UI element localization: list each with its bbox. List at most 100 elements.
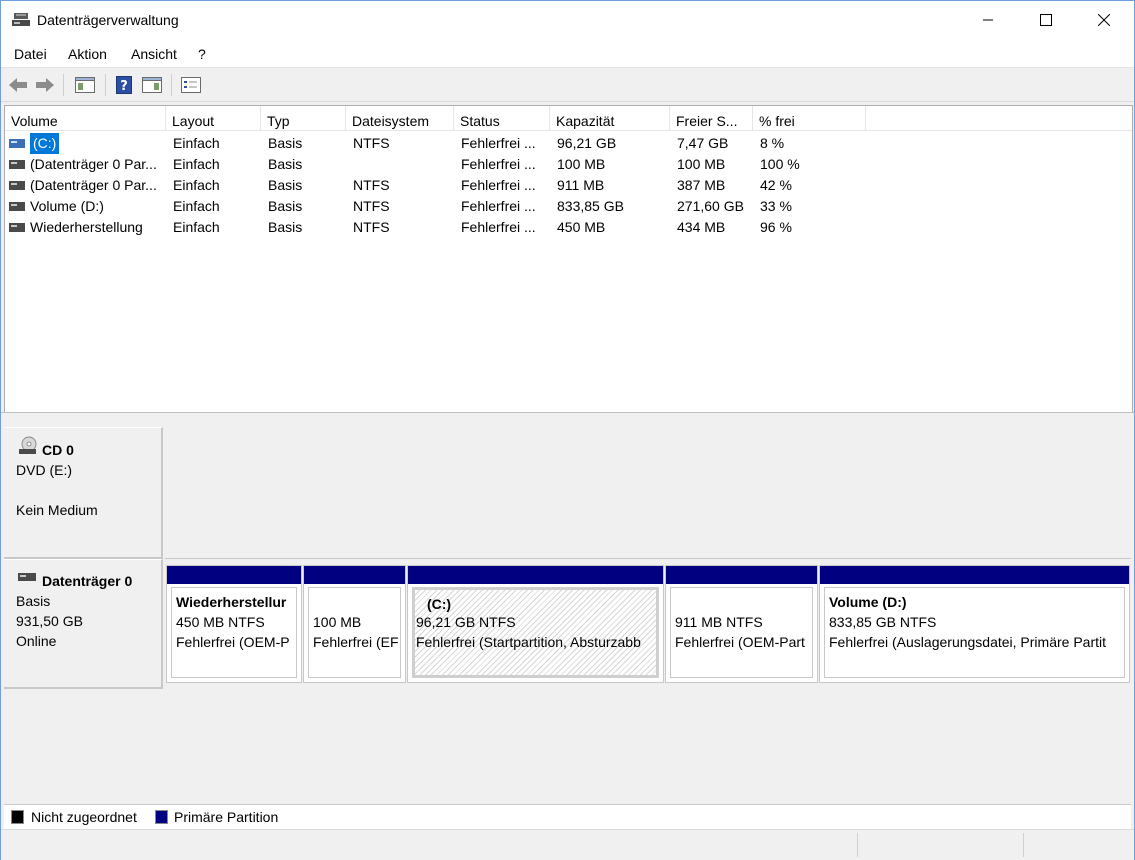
disk-type: Basis [16,593,51,609]
percent-free-cell: 96 % [760,219,792,235]
disk-title-disk0: Datenträger 0 [42,573,133,589]
partition-bar [666,566,817,584]
properties-button[interactable] [180,74,202,96]
toolbar-separator [63,74,64,96]
legend-primary-label: Primäre Partition [174,809,279,825]
menu-help[interactable]: ? [198,46,206,62]
volume-cell: (Datenträger 0 Par... [5,154,166,175]
menu-datei[interactable]: Datei [14,46,47,62]
partition-bar [304,566,405,584]
maximize-button[interactable] [1023,1,1069,39]
column-header-capacity[interactable]: Kapazität [550,106,670,130]
volume-cell: Wiederherstellung [5,217,166,238]
layout-cell: Einfach [173,198,220,214]
help-button[interactable]: ? [113,74,135,96]
partition-status: Fehlerfrei (OEM-Part [675,634,805,650]
menu-ansicht[interactable]: Ansicht [131,46,177,62]
partition-status: Fehlerfrei (Auslagerungsdatei, Primäre P… [829,634,1107,650]
partition-status: Fehlerfrei (OEM-P [176,634,290,650]
layout-cell: Einfach [173,219,220,235]
column-header-status[interactable]: Status [454,106,550,130]
volume-row[interactable]: Volume (D:) Einfach Basis NTFS Fehlerfre… [5,196,1132,217]
hard-disk-icon [18,573,36,581]
disk-drive-letter: DVD (E:) [16,462,72,478]
type-cell: Basis [268,135,303,151]
free-space-cell: 271,60 GB [677,198,744,214]
window-title: Datenträgerverwaltung [37,12,179,28]
partition-recovery[interactable]: Wiederherstellur 450 MB NTFS Fehlerfrei … [166,565,302,683]
layout-cell: Einfach [173,177,220,193]
partition-size: 96,21 GB NTFS [416,614,516,630]
partition-status: Fehlerfrei (Startpartition, Absturzabb [416,634,641,650]
status-bar-separator [857,833,858,857]
pane-splitter[interactable] [1,412,1134,423]
disk-management-window: Datenträgerverwaltung Datei Aktion Ansic… [0,0,1135,860]
close-button[interactable] [1081,1,1127,39]
volume-icon [9,160,25,169]
status-bar-separator [1023,833,1024,857]
svg-text:?: ? [120,79,128,94]
column-header-free-space[interactable]: Freier S... [670,106,753,130]
disk-info-disk0[interactable]: Datenträger 0 Basis 931,50 GB Online [4,559,163,689]
partition-size: 911 MB NTFS [675,614,763,630]
volume-icon [9,202,25,211]
volume-row[interactable]: (Datenträger 0 Par... Einfach Basis Fehl… [5,154,1132,175]
free-space-cell: 7,47 GB [677,135,729,151]
menu-aktion[interactable]: Aktion [68,46,107,62]
status-cell: Fehlerfrei ... [461,198,536,214]
filesystem-cell: NTFS [353,219,390,235]
back-button[interactable] [7,74,29,96]
legend-bar: Nicht zugeordnet Primäre Partition [4,804,1131,829]
volume-list: Volume Layout Typ Dateisystem Status Kap… [4,105,1133,413]
partition-size: 450 MB NTFS [176,614,265,630]
volume-icon [9,223,25,232]
column-header-volume[interactable]: Volume [5,106,166,130]
volume-icon [9,181,25,190]
partition-c[interactable]: (C:) 96,21 GB NTFS Fehlerfrei (Startpart… [407,565,664,683]
disk-capacity: 931,50 GB [16,613,83,629]
percent-free-cell: 8 % [760,135,785,151]
percent-free-cell: 42 % [760,177,792,193]
legend-unallocated-swatch [11,810,24,824]
disk-title-cd0: CD 0 [42,442,74,458]
toolbar: ? [1,68,1134,102]
status-bar [1,829,1134,860]
minimize-button[interactable] [965,1,1011,39]
volume-row[interactable]: Wiederherstellung Einfach Basis NTFS Feh… [5,217,1132,238]
toolbar-separator [105,74,106,96]
column-header-filesystem[interactable]: Dateisystem [346,106,454,130]
volume-row[interactable]: (C:) Einfach Basis NTFS Fehlerfrei ... 9… [5,133,1132,154]
partition-content: Volume (D:) 833,85 GB NTFS Fehlerfrei (A… [824,587,1125,678]
volume-list-header: Volume Layout Typ Dateisystem Status Kap… [5,106,1132,131]
status-cell: Fehlerfrei ... [461,156,536,172]
column-header-type[interactable]: Typ [261,106,346,130]
show-hide-console-tree-button[interactable] [74,74,96,96]
title-bar[interactable]: Datenträgerverwaltung [1,1,1134,39]
disk-online-status: Online [16,633,57,649]
partition-name: Volume (D:) [829,594,907,610]
minimize-icon [983,19,993,21]
type-cell: Basis [268,219,303,235]
column-header-layout[interactable]: Layout [166,106,261,130]
capacity-cell: 833,85 GB [557,198,624,214]
free-space-cell: 387 MB [677,177,726,193]
partition-oem[interactable]: 911 MB NTFS Fehlerfrei (OEM-Part [665,565,818,683]
volume-cell: (C:) [5,133,166,154]
partition-size: 100 MB [313,614,362,630]
show-action-pane-button[interactable] [141,74,163,96]
partition-d[interactable]: Volume (D:) 833,85 GB NTFS Fehlerfrei (A… [819,565,1130,683]
forward-button[interactable] [34,74,56,96]
status-cell: Fehlerfrei ... [461,219,536,235]
disk-info-cd0[interactable]: CD 0 DVD (E:) Kein Medium [4,427,163,559]
back-arrow-icon [9,78,27,92]
status-cell: Fehlerfrei ... [461,135,536,151]
column-header-percent-free[interactable]: % frei [753,106,866,130]
type-cell: Basis [268,198,303,214]
volume-row[interactable]: (Datenträger 0 Par... Einfach Basis NTFS… [5,175,1132,196]
filesystem-cell: NTFS [353,198,390,214]
filesystem-cell: NTFS [353,177,390,193]
legend-primary-swatch [155,810,168,824]
capacity-cell: 450 MB [557,219,606,235]
partition-efi[interactable]: 100 MB Fehlerfrei (EF [303,565,406,683]
type-cell: Basis [268,177,303,193]
